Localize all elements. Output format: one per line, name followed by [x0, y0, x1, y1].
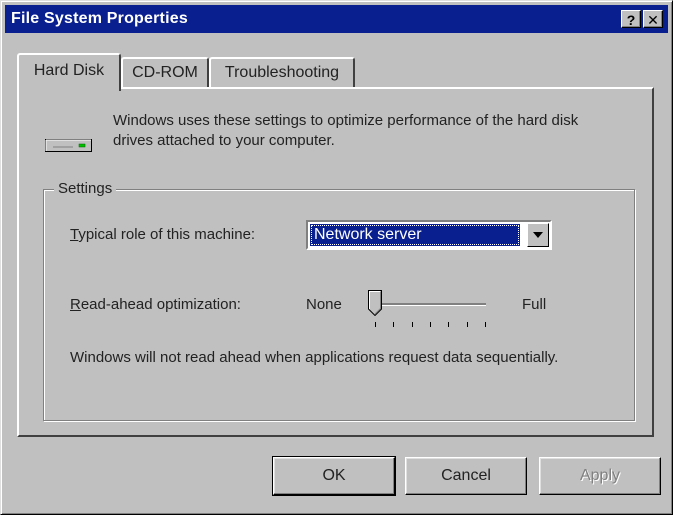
machine-role-label: Typical role of this machine: [70, 226, 255, 243]
machine-role-label-text: ypical role of this machine: [78, 226, 256, 243]
chevron-down-icon[interactable] [527, 223, 549, 247]
cancel-button[interactable]: Cancel [405, 457, 527, 495]
readahead-slider-track[interactable] [374, 303, 486, 306]
machine-role-selected-value: Network server [310, 224, 520, 246]
close-button[interactable]: ✕ [643, 10, 663, 28]
hard-disk-drive-icon [45, 139, 92, 152]
settings-group-label: Settings [54, 180, 117, 197]
readahead-label-text: ead-ahead optimization: [80, 296, 241, 313]
hard-disk-description: Windows uses these settings to optimize … [113, 112, 579, 149]
readahead-slider-thumb[interactable] [368, 290, 382, 316]
slider-min-label: None [306, 296, 342, 313]
tab-cd-rom[interactable]: CD-ROM [121, 57, 209, 89]
slider-tick [466, 322, 468, 327]
tab-hard-disk[interactable]: Hard Disk [17, 53, 121, 91]
machine-role-dropdown[interactable]: Network server [306, 220, 552, 250]
slider-max-label: Full [522, 296, 547, 313]
tab-troubleshooting[interactable]: Troubleshooting [209, 57, 355, 89]
slider-tick [448, 322, 450, 327]
readahead-note: Windows will not read ahead when applica… [70, 349, 559, 366]
title-bar[interactable]: File System Properties ? ✕ [5, 5, 668, 33]
readahead-mnemonic: R [70, 296, 81, 313]
help-button[interactable]: ? [621, 10, 641, 28]
ok-button[interactable]: OK [272, 456, 396, 496]
settings-group: Settings Typical role of this machine: N… [43, 180, 635, 421]
slider-tick [393, 322, 395, 327]
file-system-properties-dialog: File System Properties ? ✕ Hard Disk CD-… [0, 0, 673, 515]
slider-tick [375, 322, 376, 327]
slider-tick [411, 322, 413, 327]
apply-button[interactable]: Apply [539, 457, 661, 495]
slider-tick [430, 322, 431, 327]
hard-disk-tab-panel: Windows uses these settings to optimize … [17, 87, 654, 437]
slider-tick [485, 322, 486, 327]
window-title: File System Properties [11, 10, 188, 27]
readahead-label: Read-ahead optimization: [70, 296, 241, 313]
